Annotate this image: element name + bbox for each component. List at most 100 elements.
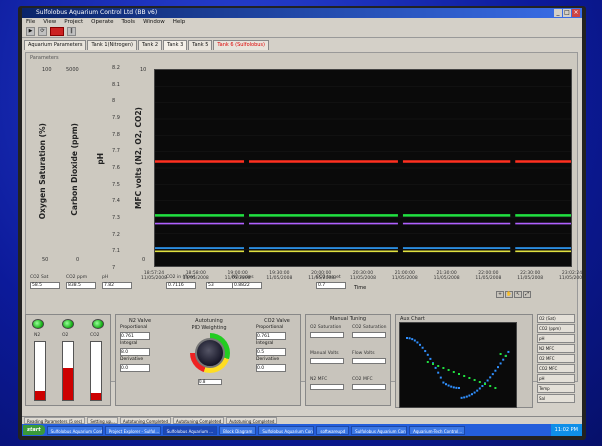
menu-tools[interactable]: Tools [122,18,136,26]
taskbar-task[interactable]: Sulfolobus Aquarium Cont... [351,425,408,435]
menu-window[interactable]: Window [143,18,165,26]
menu-help[interactable]: Help [173,18,186,26]
co2-axis: 5000 Carbon Dioxide (ppm) 0 [60,67,90,267]
menu-view[interactable]: View [43,18,56,26]
maximize-button[interactable]: □ [563,9,571,17]
aux-point-green [437,365,440,367]
aux-point-blue [476,389,479,392]
co2-top-tick: 5000 [66,67,79,73]
window-controls: _ □ × [554,9,580,17]
legend-item[interactable]: O2 MFC [537,354,575,363]
main-chart[interactable] [154,69,572,267]
legend-item[interactable]: pH [537,334,575,343]
weighting-value[interactable]: 0.8 [198,379,222,385]
taskbar-task[interactable]: Sulfolobus Aquarium ... [162,425,218,435]
oxygen-axis: 100 Oxygen Saturation (%) 50 [32,67,52,267]
legend-item[interactable]: CO2 (ppm) [537,324,575,333]
tab-1[interactable]: Tank 1(Nitrogen) [87,40,137,50]
pid-param-label: Proportional [256,325,284,330]
taskbar-task[interactable]: Sulfolobus Aquarium Contr... [46,425,103,435]
menu-operate[interactable]: Operate [91,18,113,26]
pid-param-value[interactable]: 0.0 [120,364,150,372]
manual-tuning-field[interactable] [352,384,386,390]
aux-point-blue [450,385,453,388]
manual-tuning-label: CO2 Saturation [352,325,387,330]
taskbar-task[interactable]: Block Diagram [219,425,257,435]
mfc-axis-label: MFC volts (N2, O2, CO2) [134,107,143,209]
aux-chart-svg [406,337,510,399]
pid-param-value[interactable]: 0.0 [256,364,286,372]
run-continuous-icon[interactable]: ⟳ [38,27,47,36]
ph-tick: 7.5 [112,181,120,188]
tab-bar: Aquarium Parameters Tank 1(Nitrogen) Tank … [22,40,582,50]
aux-point-blue [447,384,450,387]
aux-point-blue [497,366,499,369]
legend-item[interactable]: Sal [537,394,575,403]
manual-tuning-field[interactable] [310,332,344,338]
ph-tick: 7.3 [112,215,120,221]
co2-axis-label: Carbon Dioxide (ppm) [70,123,79,216]
manual-tuning-field[interactable] [352,358,386,364]
tab-0[interactable]: Aquarium Parameters [24,40,87,50]
legend-item[interactable]: N2 MFC [537,344,575,353]
pid-param-value[interactable]: 0.761 [256,332,286,340]
tab-4[interactable]: Tank 5 [188,40,213,50]
gauge-label: CO2 [90,333,100,338]
legend-item[interactable]: Temp [537,384,575,393]
aux-point-green [442,367,445,369]
status-item: Autotuning Completed [173,417,225,424]
aux-point-blue [478,387,481,390]
manual-tuning-field[interactable] [310,358,344,364]
abort-button[interactable] [50,27,64,36]
tab-3[interactable]: Tank 3 [163,40,188,50]
pid-param-value[interactable]: 8.0 [120,348,150,356]
legend-item[interactable]: CO2 MFC [537,364,575,373]
aux-point-green [432,363,434,365]
status-item: Autotuning Completed [226,417,278,424]
ph-tick: 7.2 [112,231,120,238]
pid-box: N2 Valve Proportional 0.761 Integral 8.0 Der… [115,314,301,406]
window-titlebar[interactable]: Sulfolobus Aquarium Control Ltd (BB v6) … [22,8,582,18]
taskbar-task[interactable]: softwareupd [316,425,350,435]
weighting-knob[interactable] [195,338,225,368]
manual-tuning-field[interactable] [310,384,344,390]
main-chart-svg [155,86,571,253]
gauge-fill [63,368,73,400]
manual-tuning-title: Manual Tuning [329,316,367,322]
taskbar-task[interactable]: Project Explorer - Sulfol... [104,425,161,435]
aux-point-blue [445,383,447,386]
tab-5[interactable]: Tank 6 (Sulfolobus) [213,40,269,50]
clock: 11:02 PM [550,424,582,436]
taskbar-task[interactable]: Aquarium-Tech Control... [409,425,466,435]
start-button[interactable]: start [23,425,45,435]
aux-point-blue [471,393,473,396]
menu-project[interactable]: Project [64,18,83,26]
ph-tick: 7.1 [112,248,120,255]
gauge-label: N2 [34,333,41,338]
run-arrow-icon[interactable]: ▶ [26,27,35,36]
oxygen-axis-label: Oxygen Saturation (%) [38,123,47,220]
aux-point-blue [442,381,445,384]
manual-tuning-label: Manual Volts [310,351,339,356]
aux-chart[interactable] [399,322,517,408]
aux-point-green [426,361,429,363]
legend-item[interactable]: O2 (Sat) [537,314,575,323]
close-button[interactable]: × [572,9,580,17]
status-item: Autotuning Completed [119,417,172,424]
manual-tuning-field[interactable] [352,332,386,338]
pid-param-value[interactable]: 0.761 [120,332,150,340]
taskbar-task[interactable]: Sulfolobus Aquarium Cont... [258,425,315,435]
menu-file[interactable]: File [26,18,35,26]
autotuning-group: Autotuning PID Weighting 0.8 [176,317,242,385]
control-area: N2 O2 CO2 N2 Valve Proportional 0.761 Integr… [25,258,578,408]
toolbar: ▶ ⟳ ‖ [22,26,582,38]
legend-item[interactable]: pH [537,374,575,383]
aux-point-green [499,353,502,355]
aux-point-blue [434,366,437,369]
pid-param-value[interactable]: 0.5 [256,348,286,356]
aux-point-green [489,385,492,387]
pause-icon[interactable]: ‖ [67,27,76,36]
tab-2[interactable]: Tank 2 [137,40,163,50]
status-box: N2 O2 CO2 [25,314,111,406]
minimize-button[interactable]: _ [554,9,562,17]
